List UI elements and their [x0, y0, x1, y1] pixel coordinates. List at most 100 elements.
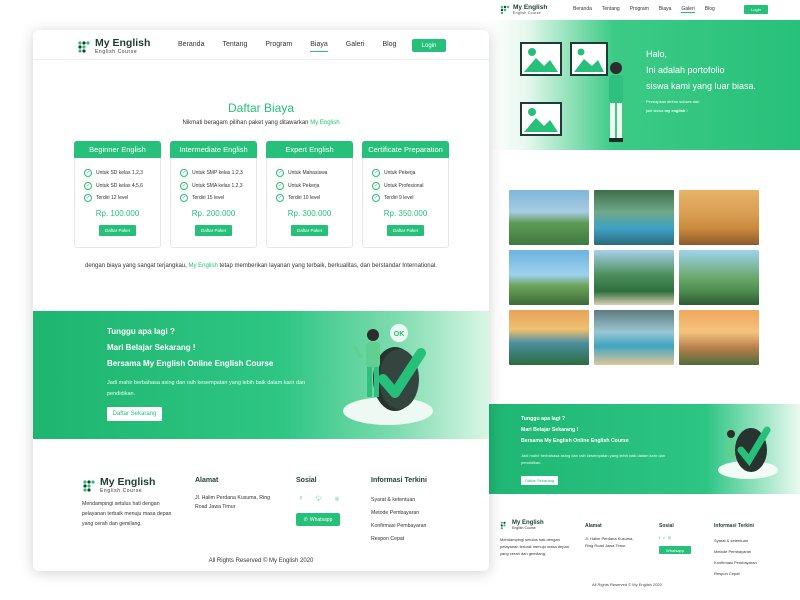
footer-logo[interactable]: My English English Course: [82, 477, 155, 494]
gallery-nav-blog[interactable]: Blog: [705, 6, 715, 13]
footer-link-terms[interactable]: Syarat & ketentuan: [371, 494, 427, 507]
nav-tentang[interactable]: Tentang: [222, 41, 247, 52]
gallery-image[interactable]: [509, 250, 589, 305]
logo[interactable]: My English English Course: [77, 38, 150, 55]
nav-beranda[interactable]: Beranda: [178, 41, 204, 52]
gallery-logo[interactable]: My English English Course: [500, 4, 547, 15]
gallery-image[interactable]: [594, 190, 674, 245]
footer-address-text: Jl. Halim Perdana Kusuma, Ring Road Jawa…: [195, 495, 270, 510]
plan-feature: ✓ Untuk Pekerja: [372, 169, 416, 178]
check-circle-icon: ✓: [180, 169, 188, 178]
brand-name: My English: [100, 476, 156, 488]
gallery-nav-biaya[interactable]: Biaya: [659, 6, 672, 13]
gallery-hero-title: Halo, Ini adalah portofolio siswa kami y…: [646, 49, 757, 91]
cta-banner: Tunggu apa lagi ? Mari Belajar Sekarang …: [33, 311, 489, 439]
gallery-cta-banner: Tunggu apa lagi ? Mari Belajar Sekarang …: [488, 404, 800, 494]
footer-social: Sosial f 🐦︎ ◎ ✆ Whatsapp: [296, 477, 342, 526]
nav-galeri[interactable]: Galeri: [346, 41, 365, 52]
plan-price: Rp. 300.000: [287, 208, 332, 218]
logo-icon: [83, 479, 95, 492]
gallery-nav-galeri[interactable]: Galeri: [681, 6, 695, 13]
gallery-navbar: My English English Course Beranda Tentan…: [462, 0, 800, 20]
gallery-cta-heading: Tunggu apa lagi ? Mari Belajar Sekarang …: [521, 416, 629, 444]
logo-icon: [500, 5, 510, 15]
plan-register-button[interactable]: Daftar Paket: [387, 224, 424, 236]
gallery-image[interactable]: [509, 310, 589, 365]
gallery-nav-program[interactable]: Program: [630, 6, 649, 13]
plan-feature: ✓ Terdiri 10 level: [276, 194, 321, 203]
navbar: My English English Course Beranda Tentan…: [33, 30, 489, 60]
plan-register-button[interactable]: Daftar Paket: [195, 224, 232, 236]
plan-name: Certificate Preparation: [362, 141, 449, 158]
plan-feature: ✓ Untuk SD kelas 1,2,3: [84, 169, 143, 178]
nav-program[interactable]: Program: [265, 41, 292, 52]
pricing-tagline: dengan biaya yang sangat terjangkau, My …: [85, 263, 437, 269]
check-circle-icon: ✓: [372, 169, 380, 178]
gallery-grid: [509, 190, 759, 365]
gallery-hero: Halo, Ini adalah portofolio siswa kami y…: [488, 20, 800, 150]
gallery-login-button[interactable]: Login: [744, 5, 768, 14]
check-circle-icon: ✓: [180, 194, 188, 203]
footer: My English English Course Mendampingi se…: [33, 439, 489, 571]
gallery-image[interactable]: [679, 190, 759, 245]
checkmark-illustration-icon: OK: [343, 324, 433, 425]
brand-tagline: English Course: [95, 49, 138, 55]
whatsapp-icon: ✆: [303, 516, 308, 523]
plan-feature: ✓ Untuk SMP kelas 1,2,3: [180, 169, 243, 178]
brand-name: My English: [95, 37, 151, 49]
plan-name: Intermediate English: [170, 141, 257, 158]
cta-description: Jadi mahir berbahasa asing dan raih kese…: [107, 380, 306, 397]
plan-card-intermediate: Intermediate English ✓ Untuk SMP kelas 1,…: [170, 141, 257, 248]
register-now-button[interactable]: Daftar Sekarang: [107, 407, 162, 421]
plan-name: Expert English: [266, 141, 353, 158]
footer-link-payment-confirm[interactable]: Konfirmasi Pembayaran: [371, 520, 427, 533]
pricing-page: My English English Course Beranda Tentan…: [33, 30, 489, 571]
ok-badge: OK: [394, 331, 405, 338]
footer-description: Mendampingi setulus hati dengan pelayana…: [82, 501, 172, 527]
check-circle-icon: ✓: [84, 194, 92, 203]
twitter-icon[interactable]: 🐦︎: [314, 494, 324, 504]
gallery-image[interactable]: [509, 190, 589, 245]
nav-blog[interactable]: Blog: [382, 41, 396, 52]
plan-feature: ✓ Terdiri 12 level: [84, 194, 129, 203]
plan-feature: ✓ Untuk Pekerja: [276, 181, 320, 190]
gallery-image[interactable]: [594, 250, 674, 305]
cta-line-3: Bersama My English Online English Course: [107, 359, 274, 368]
plan-price: Rp. 350.000: [383, 208, 428, 218]
plan-feature: ✓ Terdiri 15 level: [180, 194, 225, 203]
checkmark-illustration-icon: [718, 426, 778, 479]
footer-info: Informasi Terkini Syarat & ketentuan Met…: [371, 477, 427, 546]
picture-frame-icon: [520, 102, 562, 136]
footer-address-title: Alamat: [195, 477, 219, 484]
pricing-subtitle: Nikmati beragam pilihan paket yang ditaw…: [182, 120, 340, 126]
cta-line-2: Mari Belajar Sekarang !: [107, 343, 196, 352]
logo-icon: [78, 40, 90, 53]
gallery-cta-button[interactable]: Daftar Sekarang: [521, 476, 559, 485]
plan-card-beginner: Beginner English ✓ Untuk SD kelas 1,2,3 ✓…: [74, 141, 161, 248]
gallery-whatsapp-button[interactable]: Whatsapp: [659, 546, 691, 554]
plan-register-button[interactable]: Daftar Paket: [291, 224, 328, 236]
picture-frame-icon: [520, 42, 562, 76]
footer-link-fast-response[interactable]: Respon Cepat: [371, 533, 427, 546]
gallery-image[interactable]: [679, 250, 759, 305]
instagram-icon[interactable]: ◎: [332, 494, 342, 504]
gallery-image[interactable]: [679, 310, 759, 365]
plan-register-button[interactable]: Daftar Paket: [99, 224, 136, 236]
gallery-nav-beranda[interactable]: Beranda: [573, 6, 592, 13]
footer-social-title: Sosial: [296, 477, 317, 484]
check-circle-icon: ✓: [372, 181, 380, 190]
whatsapp-button[interactable]: ✆ Whatsapp: [296, 513, 340, 526]
nav-biaya[interactable]: Biaya: [310, 41, 328, 52]
pricing-plans: Beginner English ✓ Untuk SD kelas 1,2,3 ✓…: [74, 141, 449, 248]
gallery-nav-tentang[interactable]: Tentang: [602, 6, 620, 13]
gallery-image[interactable]: [594, 310, 674, 365]
footer-address: Alamat Jl. Halim Perdana Kusuma, Ring Ro…: [195, 477, 275, 512]
plan-feature: ✓ Untuk Mahasiswa: [276, 169, 328, 178]
facebook-icon[interactable]: f: [296, 494, 306, 504]
footer-link-payment-method[interactable]: Metode Pembayaran: [371, 507, 427, 520]
gallery-footer-brand: My English English Course Mendampingi set…: [500, 520, 569, 556]
gallery-hero-subtitle: Persiapkan dirimu sukses dan jadi siswa …: [646, 99, 700, 113]
plan-card-certificate: Certificate Preparation ✓ Untuk Pekerja ✓…: [362, 141, 449, 248]
check-circle-icon: ✓: [276, 181, 284, 190]
login-button[interactable]: Login: [412, 39, 446, 52]
